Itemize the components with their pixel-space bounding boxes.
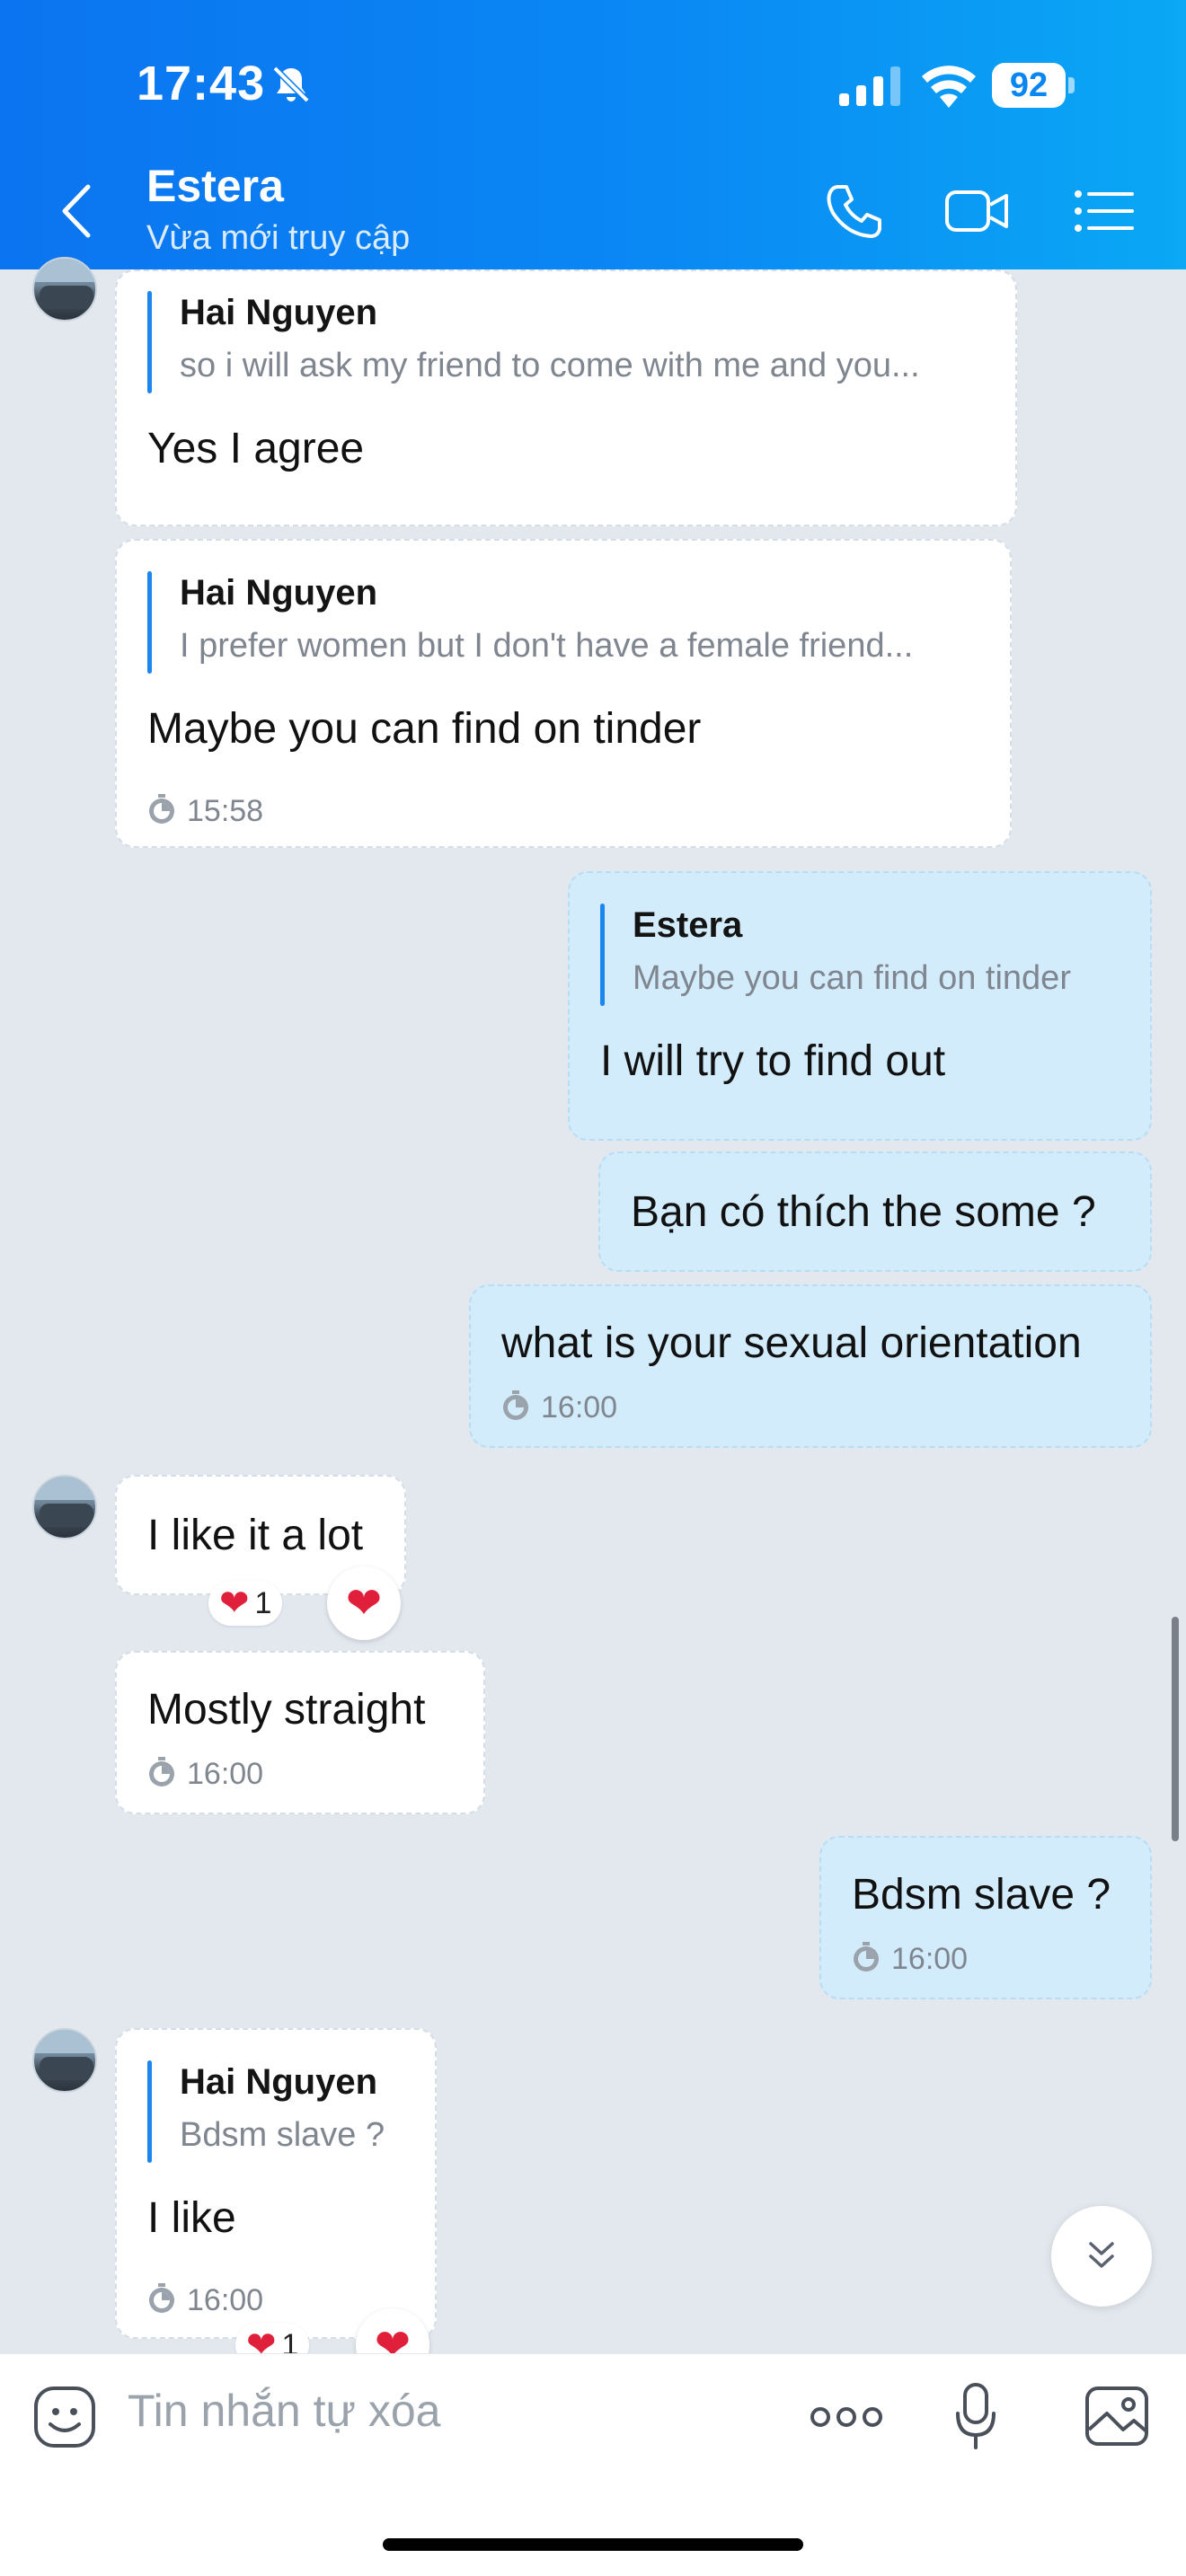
home-indicator: [383, 2538, 803, 2551]
message-text: I like it a lot: [147, 1512, 364, 1559]
message-bubble-incoming[interactable]: Hai Nguyen I prefer women but I don't ha…: [115, 539, 1012, 848]
message-text: Mostly straight: [147, 1686, 426, 1734]
bell-off-icon: [272, 66, 310, 103]
message-bubble-incoming[interactable]: Mostly straight 16:00: [115, 1651, 485, 1814]
quote-text: Bdsm slave ?: [180, 2116, 385, 2154]
video-icon[interactable]: [943, 180, 1012, 243]
message-text: what is your sexual orientation: [501, 1319, 1082, 1367]
message-bubble-incoming[interactable]: Hai Nguyen Bdsm slave ? I like 16:00: [115, 2028, 437, 2339]
quote-author: Hai Nguyen: [180, 293, 378, 332]
emoji-icon[interactable]: [32, 2385, 97, 2449]
message-time: 16:00: [891, 1942, 969, 1976]
reaction-count: 1: [254, 1585, 272, 1620]
timer-icon: [149, 2283, 174, 2313]
message-time: 15:58: [187, 794, 264, 828]
message-time: 16:00: [541, 1390, 618, 1425]
reaction-summary[interactable]: ❤ 1: [208, 1581, 283, 1626]
message-bubble-outgoing[interactable]: what is your sexual orientation 16:00: [469, 1284, 1152, 1448]
avatar[interactable]: [32, 257, 97, 322]
contact-status: Vừa mới truy cập: [146, 219, 411, 257]
more-icon[interactable]: [809, 2401, 884, 2433]
message-input[interactable]: Tin nhắn tự xóa: [128, 2385, 441, 2437]
message-bubble-outgoing[interactable]: Bạn có thích the some ?: [598, 1151, 1152, 1272]
message-text: Bdsm slave ?: [852, 1871, 1111, 1919]
quote-text: I prefer women but I don't have a female…: [180, 627, 914, 665]
battery-icon: 92: [992, 63, 1075, 108]
timer-icon: [149, 794, 174, 824]
quote-text: so i will ask my friend to come with me …: [180, 347, 920, 384]
quote-author: Estera: [633, 905, 743, 945]
scrollbar[interactable]: [1172, 1617, 1179, 1841]
scroll-to-bottom-button[interactable]: [1051, 2206, 1152, 2307]
timer-icon: [149, 1757, 174, 1786]
chevron-double-down-icon: [1089, 2242, 1114, 2268]
message-text: Maybe you can find on tinder: [147, 705, 702, 753]
timer-icon: [503, 1390, 528, 1420]
message-text: Yes I agree: [147, 425, 365, 472]
image-icon[interactable]: [1084, 2385, 1150, 2448]
heart-icon: ❤: [345, 1580, 383, 1628]
avatar[interactable]: [32, 2028, 97, 2093]
mic-icon[interactable]: [952, 2381, 999, 2453]
phone-icon[interactable]: [821, 180, 890, 243]
quote-text: Maybe you can find on tinder: [633, 959, 1071, 997]
message-time: 16:00: [187, 2283, 264, 2317]
quote-author: Hai Nguyen: [180, 573, 378, 613]
message-text: I like: [147, 2194, 236, 2242]
wifi-icon: [922, 66, 976, 108]
heart-icon: ❤: [219, 1584, 250, 1623]
message-text: I will try to find out: [600, 1037, 946, 1085]
timer-icon: [854, 1942, 879, 1972]
contact-name[interactable]: Estera: [146, 160, 284, 212]
message-time: 16:00: [187, 1757, 264, 1791]
message-bubble-outgoing[interactable]: Estera Maybe you can find on tinder I wi…: [568, 871, 1152, 1141]
avatar[interactable]: [32, 1475, 97, 1539]
react-button[interactable]: ❤: [327, 1566, 401, 1640]
menu-list-icon[interactable]: [1071, 180, 1139, 243]
status-time: 17:43: [137, 57, 266, 110]
quote-author: Hai Nguyen: [180, 2062, 378, 2102]
message-bubble-incoming[interactable]: Hai Nguyen so i will ask my friend to co…: [115, 269, 1017, 526]
signal-icon: [839, 66, 900, 106]
chat-header: 17:43 92 Estera Vừa mới truy cập: [0, 0, 1186, 269]
message-bubble-outgoing[interactable]: Bdsm slave ? 16:00: [819, 1836, 1152, 1999]
battery-level: 92: [992, 63, 1066, 108]
back-icon[interactable]: [52, 180, 102, 243]
message-text: Bạn có thích the some ?: [631, 1188, 1096, 1236]
